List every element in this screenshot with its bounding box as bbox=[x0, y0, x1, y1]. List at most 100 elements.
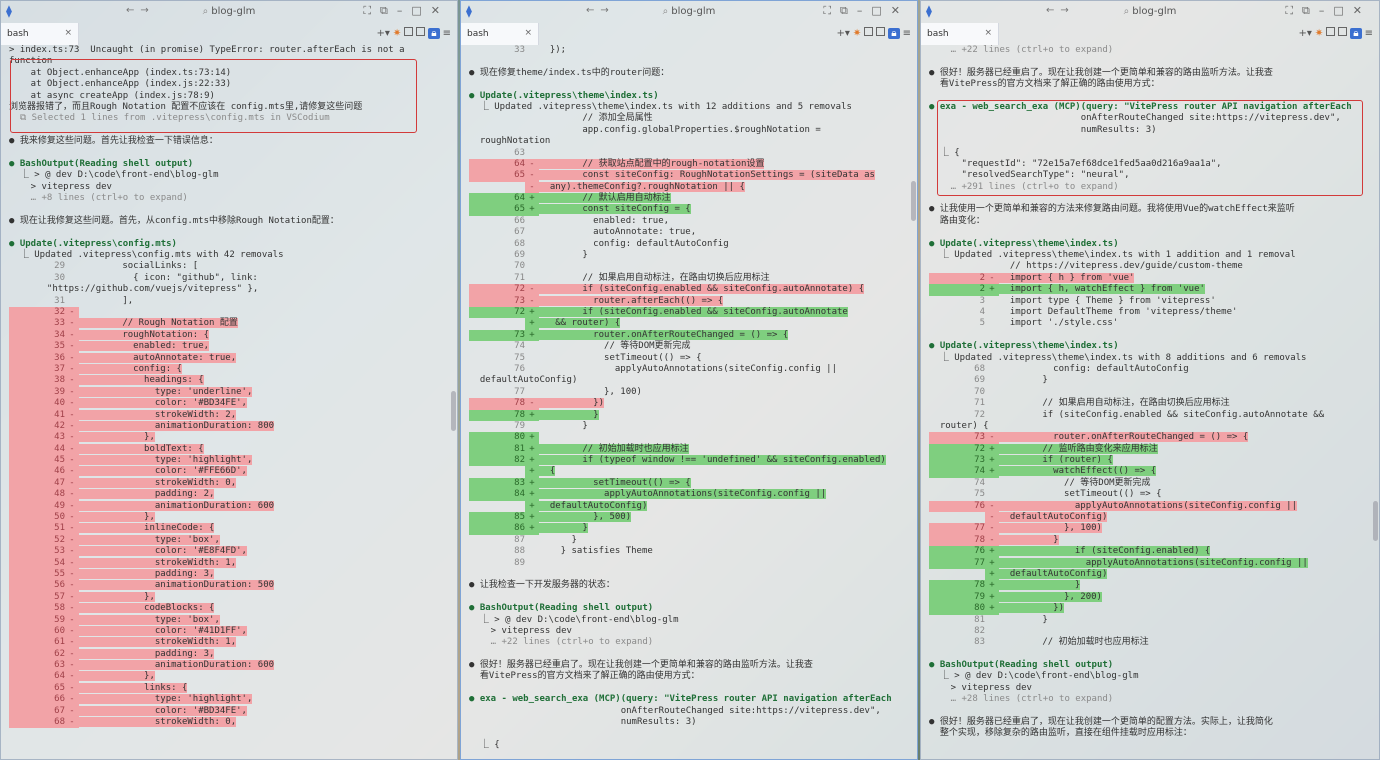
terminal-window-middle[interactable]: ⧫ ←→ ⌕ blog-glm ⛶⧉–□✕ bash × +▾ ✷ 🔒︎ ≡ 33 }); ● 现在修复… bbox=[460, 0, 918, 760]
terminal-line: 72 + if (siteConfig.enabled && siteConfig… bbox=[469, 306, 907, 319]
diff-marker: - bbox=[65, 694, 79, 706]
line-text: at async createApp (index.js:78:9) bbox=[9, 90, 215, 101]
line-text: config: { bbox=[79, 363, 182, 374]
line-number: 39 bbox=[9, 386, 65, 399]
terminal-line: 60- color: '#41D1FF', bbox=[9, 625, 447, 638]
line-number: 61 bbox=[9, 637, 65, 649]
terminal-line: + && router) { bbox=[469, 318, 907, 330]
lock-icon[interactable]: 🔒︎ bbox=[1350, 28, 1362, 39]
terminal-line: 87 } bbox=[469, 535, 907, 546]
terminal-window-left[interactable]: ⧫ ←→ ⌕ blog-glm ⛶⧉–□✕ bash × +▾ ✷ 🔒︎ ≡ > index.ts:7… bbox=[0, 0, 458, 760]
terminal-line: 67- color: '#BD34FE', bbox=[9, 705, 447, 718]
line-text: // 初始加载时也应用标注 bbox=[539, 443, 689, 454]
window-controls[interactable]: ⛶⧉–□✕ bbox=[1285, 4, 1371, 18]
new-tab-icon[interactable]: +▾ bbox=[1298, 28, 1311, 39]
scrollbar[interactable] bbox=[1373, 501, 1378, 541]
sparkle-icon[interactable]: ✷ bbox=[1315, 28, 1323, 39]
line-number: 65 bbox=[469, 170, 525, 182]
diff-marker: - bbox=[65, 637, 79, 649]
terminal-line: 45- type: 'highlight', bbox=[9, 455, 447, 467]
sidebar-icon[interactable] bbox=[416, 27, 426, 36]
window-controls[interactable]: ⛶⧉–□✕ bbox=[823, 4, 909, 18]
line-number: 63 bbox=[514, 147, 525, 158]
sidebar-icon[interactable] bbox=[876, 27, 886, 36]
picture-icon[interactable]: ⧉ bbox=[380, 4, 397, 17]
new-tab-icon[interactable]: +▾ bbox=[376, 28, 389, 39]
line-text: strokeWidth: 2, bbox=[79, 409, 237, 420]
close-icon[interactable]: ✕ bbox=[431, 4, 449, 17]
scrollbar[interactable] bbox=[451, 391, 456, 431]
terminal-line: ● BashOutput(Reading shell output) bbox=[469, 603, 907, 614]
close-icon[interactable]: ✕ bbox=[891, 4, 909, 17]
terminal-line: 80 + }) bbox=[929, 603, 1369, 615]
split-pane-icon[interactable] bbox=[864, 27, 874, 36]
diff-marker: + bbox=[525, 432, 539, 444]
terminal-line: 56- animationDuration: 500 bbox=[9, 580, 447, 592]
menu-icon[interactable]: ≡ bbox=[443, 28, 451, 39]
line-text: config: defaultAutoConfig bbox=[999, 363, 1189, 374]
fullscreen-icon[interactable]: ⛶ bbox=[823, 4, 840, 17]
line-text: 整个实现，移除复杂的路由监听，直接在组件挂载时应用标注： bbox=[929, 728, 1192, 739]
tab-bash[interactable]: bash × bbox=[461, 23, 539, 45]
terminal-line: 65- const siteConfig: RoughNotationSetti… bbox=[469, 170, 907, 182]
maximize-icon[interactable]: □ bbox=[1333, 4, 1352, 17]
maximize-icon[interactable]: □ bbox=[411, 4, 430, 17]
close-icon[interactable]: ✕ bbox=[1353, 4, 1371, 17]
sparkle-icon[interactable]: ✷ bbox=[393, 28, 401, 39]
scrollbar[interactable] bbox=[911, 181, 916, 221]
line-text: autoAnnotate: true, bbox=[539, 227, 697, 238]
tab-bash[interactable]: bash × bbox=[1, 23, 79, 45]
line-text: // 监听路由变化来应用标注 bbox=[999, 443, 1158, 454]
line-text: ⎿ Updated .vitepress\config.mts with 42 … bbox=[9, 250, 284, 261]
picture-icon[interactable]: ⧉ bbox=[1302, 4, 1319, 17]
tab-bash[interactable]: bash × bbox=[921, 23, 999, 45]
terminal-output[interactable]: > index.ts:73 Uncaught (in promise) Type… bbox=[1, 45, 447, 759]
diff-marker: - bbox=[65, 375, 79, 387]
terminal-output[interactable]: 33 }); ● 现在修复theme/index.ts中的router问题： ● U… bbox=[461, 45, 907, 759]
diff-marker: + bbox=[525, 477, 539, 490]
sparkle-icon[interactable]: ✷ bbox=[853, 28, 861, 39]
line-text: roughNotation bbox=[469, 136, 551, 147]
terminal-line: // 添加全局属性 bbox=[469, 113, 907, 124]
fullscreen-icon[interactable]: ⛶ bbox=[1285, 4, 1302, 17]
picture-icon[interactable]: ⧉ bbox=[840, 4, 857, 17]
tab-close-icon[interactable]: × bbox=[64, 28, 72, 38]
line-text: 看VitePress的官方文档来了解正确的路由使用方式： bbox=[469, 671, 700, 682]
terminal-line: 33- // Rough Notation 配置 bbox=[9, 318, 447, 330]
line-number: 67 bbox=[9, 705, 65, 718]
terminal-line: 73 + if (router) { bbox=[929, 455, 1369, 467]
minimize-icon[interactable]: – bbox=[857, 4, 872, 17]
menu-icon[interactable]: ≡ bbox=[903, 28, 911, 39]
line-text: ● BashOutput(Reading shell output) bbox=[9, 158, 194, 169]
maximize-icon[interactable]: □ bbox=[871, 4, 890, 17]
line-text: ⎿ { bbox=[469, 739, 500, 750]
line-number: 52 bbox=[9, 534, 65, 547]
line-number: 78 bbox=[469, 398, 525, 410]
terminal-line: ● 让我使用一个更简单和兼容的方法来修复路由问题。我将使用Vue的watchEf… bbox=[929, 204, 1369, 215]
window-controls[interactable]: ⛶⧉–□✕ bbox=[363, 4, 449, 18]
diff-marker: + bbox=[985, 546, 999, 558]
minimize-icon[interactable]: – bbox=[1319, 4, 1334, 17]
terminal-line: 72- if (siteConfig.enabled && siteConfig… bbox=[469, 284, 907, 296]
line-text: type: 'box', bbox=[79, 614, 220, 625]
fullscreen-icon[interactable]: ⛶ bbox=[363, 4, 380, 17]
tab-close-icon[interactable]: × bbox=[524, 28, 532, 38]
menu-icon[interactable]: ≡ bbox=[1365, 28, 1373, 39]
split-pane-icon[interactable] bbox=[404, 27, 414, 36]
new-tab-icon[interactable]: +▾ bbox=[836, 28, 849, 39]
terminal-line: 61- strokeWidth: 1, bbox=[9, 637, 447, 649]
terminal-window-right[interactable]: ⧫ ←→ ⌕ blog-glm ⛶⧉–□✕ bash × +▾ ✷ 🔒︎ ≡ … +22 lines… bbox=[920, 0, 1380, 760]
split-pane-icon[interactable] bbox=[1326, 27, 1336, 36]
minimize-icon[interactable]: – bbox=[397, 4, 412, 17]
lock-icon[interactable]: 🔒︎ bbox=[428, 28, 440, 39]
terminal-line: 71 // 如果启用自动标注，在路由切换后应用标注 bbox=[929, 398, 1369, 409]
tab-close-icon[interactable]: × bbox=[984, 28, 992, 38]
lock-icon[interactable]: 🔒︎ bbox=[888, 28, 900, 39]
line-text: … +8 lines (ctrl+o to expand) bbox=[9, 193, 188, 204]
terminal-output[interactable]: … +22 lines (ctrl+o to expand) ● 很好！服务器已经… bbox=[921, 45, 1369, 759]
sidebar-icon[interactable] bbox=[1338, 27, 1348, 36]
line-text: onAfterRouteChanged site:https://vitepre… bbox=[469, 705, 881, 716]
